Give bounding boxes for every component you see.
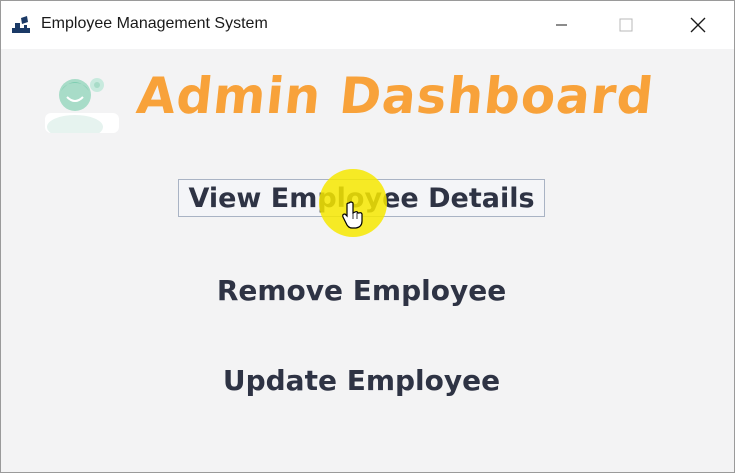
update-employee-button[interactable]: Update Employee — [178, 361, 545, 401]
title-bar[interactable]: Employee Management System — [1, 1, 734, 49]
close-icon — [690, 17, 706, 33]
dashboard-title: Admin Dashboard — [133, 67, 657, 125]
app-window: Employee Management System Admin Dashboa… — [0, 0, 735, 473]
maximize-button[interactable] — [603, 1, 649, 49]
minimize-icon — [556, 24, 567, 26]
admin-user-icon — [45, 78, 119, 133]
minimize-button[interactable] — [539, 1, 585, 49]
window-title: Employee Management System — [41, 15, 268, 32]
remove-employee-button[interactable]: Remove Employee — [178, 271, 545, 311]
close-button[interactable] — [675, 1, 721, 49]
employee-app-icon — [12, 16, 30, 33]
dashboard-content: Admin Dashboard View Employee Details Re… — [1, 49, 734, 472]
maximize-icon — [619, 18, 633, 32]
hand-pointer-icon — [342, 201, 363, 229]
